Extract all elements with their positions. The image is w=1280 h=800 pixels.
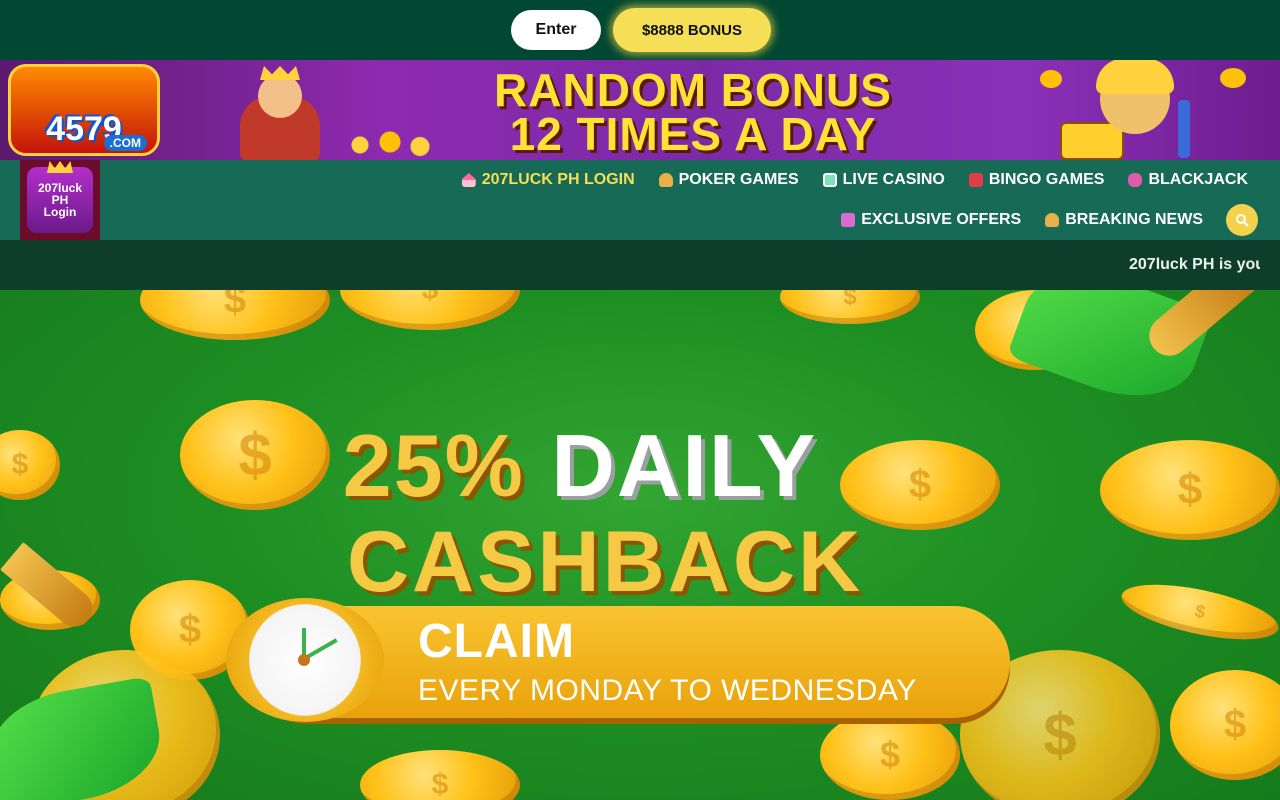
- poker-icon: [658, 173, 673, 187]
- cashback-daily-word: DAILY: [551, 416, 818, 515]
- coin-illustration: [140, 290, 330, 340]
- nav-item-label: BLACKJACK: [1148, 171, 1248, 188]
- crown-icon: [47, 161, 73, 173]
- coin-illustration: [340, 290, 520, 330]
- nav-item-label: 207LUCK PH LOGIN: [481, 171, 635, 188]
- ad-headline-line1: RANDOM BONUS: [494, 64, 892, 116]
- nav-item-label: BINGO GAMES: [988, 171, 1105, 188]
- top-bar: Enter $8888 BONUS: [0, 0, 1280, 60]
- home-icon: [461, 173, 476, 187]
- hero-title-line1: 25% DAILY: [220, 420, 940, 512]
- bonus-button[interactable]: $8888 BONUS: [613, 8, 771, 52]
- nav-item-label: POKER GAMES: [678, 171, 799, 188]
- coin-illustration: [780, 290, 920, 324]
- announcement-marquee: 207luck PH is your: [0, 240, 1280, 290]
- site-logo-line3: Login: [43, 205, 77, 219]
- nav-item-207luck-ph-login[interactable]: 207LUCK PH LOGIN: [461, 171, 635, 189]
- nav-item-label: EXCLUSIVE OFFERS: [861, 211, 1022, 228]
- cashback-percent: 25%: [342, 416, 525, 515]
- ad-headline: RANDOM BONUS 12 TIMES A DAY: [458, 64, 928, 160]
- coin-illustration: [1170, 670, 1280, 780]
- coin-illustration: [1220, 68, 1246, 88]
- nav-item-bingo-games[interactable]: BINGO GAMES: [968, 171, 1105, 189]
- site-logo[interactable]: 207luck PH Login: [20, 160, 100, 240]
- coin-stack-illustration: [340, 130, 440, 160]
- enter-button[interactable]: Enter: [511, 10, 601, 50]
- ad-logo-domain: .COM: [103, 135, 147, 151]
- nav-row-1: 207LUCK PH LOGIN POKER GAMES LIVE CASINO…: [438, 170, 1248, 190]
- nav-row-2: EXCLUSIVE OFFERS BREAKING NEWS: [817, 210, 1203, 230]
- main-navigation: 207luck PH Login 207LUCK PH LOGIN POKER …: [0, 160, 1280, 240]
- ad-brand-logo: 4579 .COM: [8, 64, 160, 156]
- nav-item-live-casino[interactable]: LIVE CASINO: [822, 171, 945, 189]
- staff-illustration: [1178, 100, 1190, 158]
- nav-item-breaking-news[interactable]: BREAKING NEWS: [1045, 211, 1203, 229]
- coin-illustration: [1040, 70, 1062, 88]
- cashback-hero-banner[interactable]: 25% DAILY CASHBACK CLAIM EVERY MONDAY TO…: [0, 290, 1280, 800]
- nav-item-exclusive-offers[interactable]: EXCLUSIVE OFFERS: [841, 211, 1021, 229]
- bingo-icon: [968, 173, 983, 187]
- hero-title-line2: CASHBACK: [346, 514, 864, 610]
- promo-ad-banner[interactable]: 4579 .COM RANDOM BONUS 12 TIMES A DAY: [0, 60, 1280, 160]
- nav-item-poker-games[interactable]: POKER GAMES: [658, 171, 799, 189]
- nav-item-blackjack[interactable]: BLACKJACK: [1128, 171, 1248, 189]
- marquee-text: 207luck PH is your: [1129, 256, 1260, 273]
- coin-illustration: [1100, 440, 1280, 540]
- offers-icon: [841, 213, 856, 227]
- nav-item-label: LIVE CASINO: [842, 171, 945, 188]
- nav-item-label: BREAKING NEWS: [1065, 211, 1203, 228]
- news-icon: [1045, 213, 1060, 227]
- claim-label: CLAIM: [418, 615, 575, 668]
- gamepad-icon: [1128, 173, 1143, 187]
- claim-schedule: EVERY MONDAY TO WEDNESDAY: [418, 674, 917, 707]
- character-mascot-illustration: [1096, 60, 1174, 134]
- coin-illustration: [1117, 573, 1280, 651]
- coin-illustration: [820, 710, 960, 800]
- coin-illustration: [0, 430, 60, 500]
- search-icon: [1236, 214, 1249, 227]
- search-button[interactable]: [1226, 204, 1258, 236]
- live-casino-icon: [822, 173, 837, 187]
- ad-headline-line2: 12 TIMES A DAY: [509, 108, 877, 160]
- clock-icon: [226, 598, 384, 722]
- king-mascot-illustration: [210, 66, 340, 160]
- coin-illustration: [360, 750, 520, 800]
